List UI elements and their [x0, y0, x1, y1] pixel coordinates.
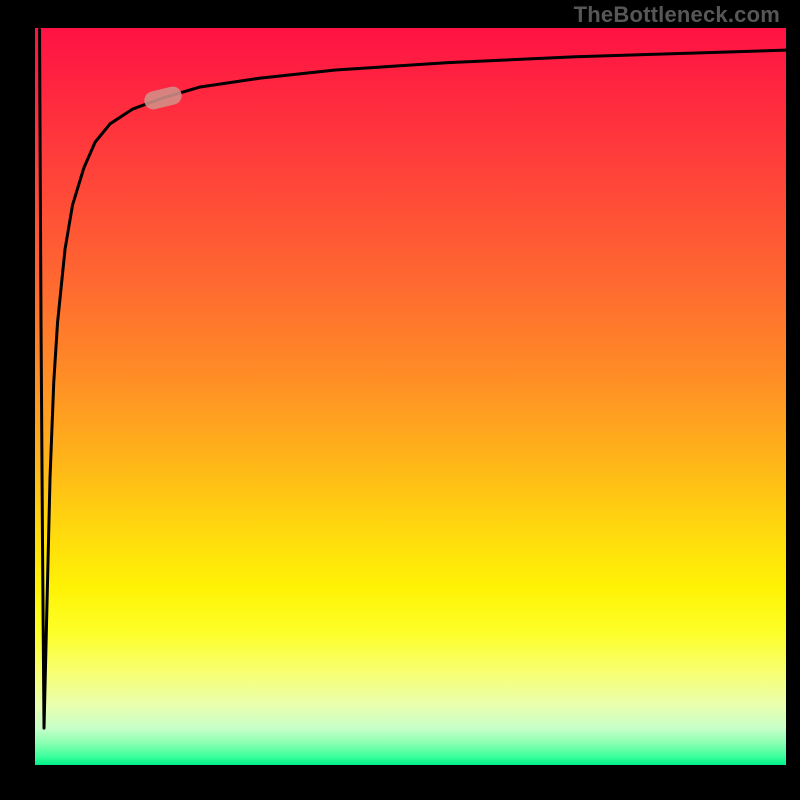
chart-canvas: TheBottleneck.com [0, 0, 800, 800]
bottleneck-curve [35, 28, 786, 765]
watermark-text: TheBottleneck.com [574, 2, 780, 28]
plot-area [35, 28, 786, 765]
